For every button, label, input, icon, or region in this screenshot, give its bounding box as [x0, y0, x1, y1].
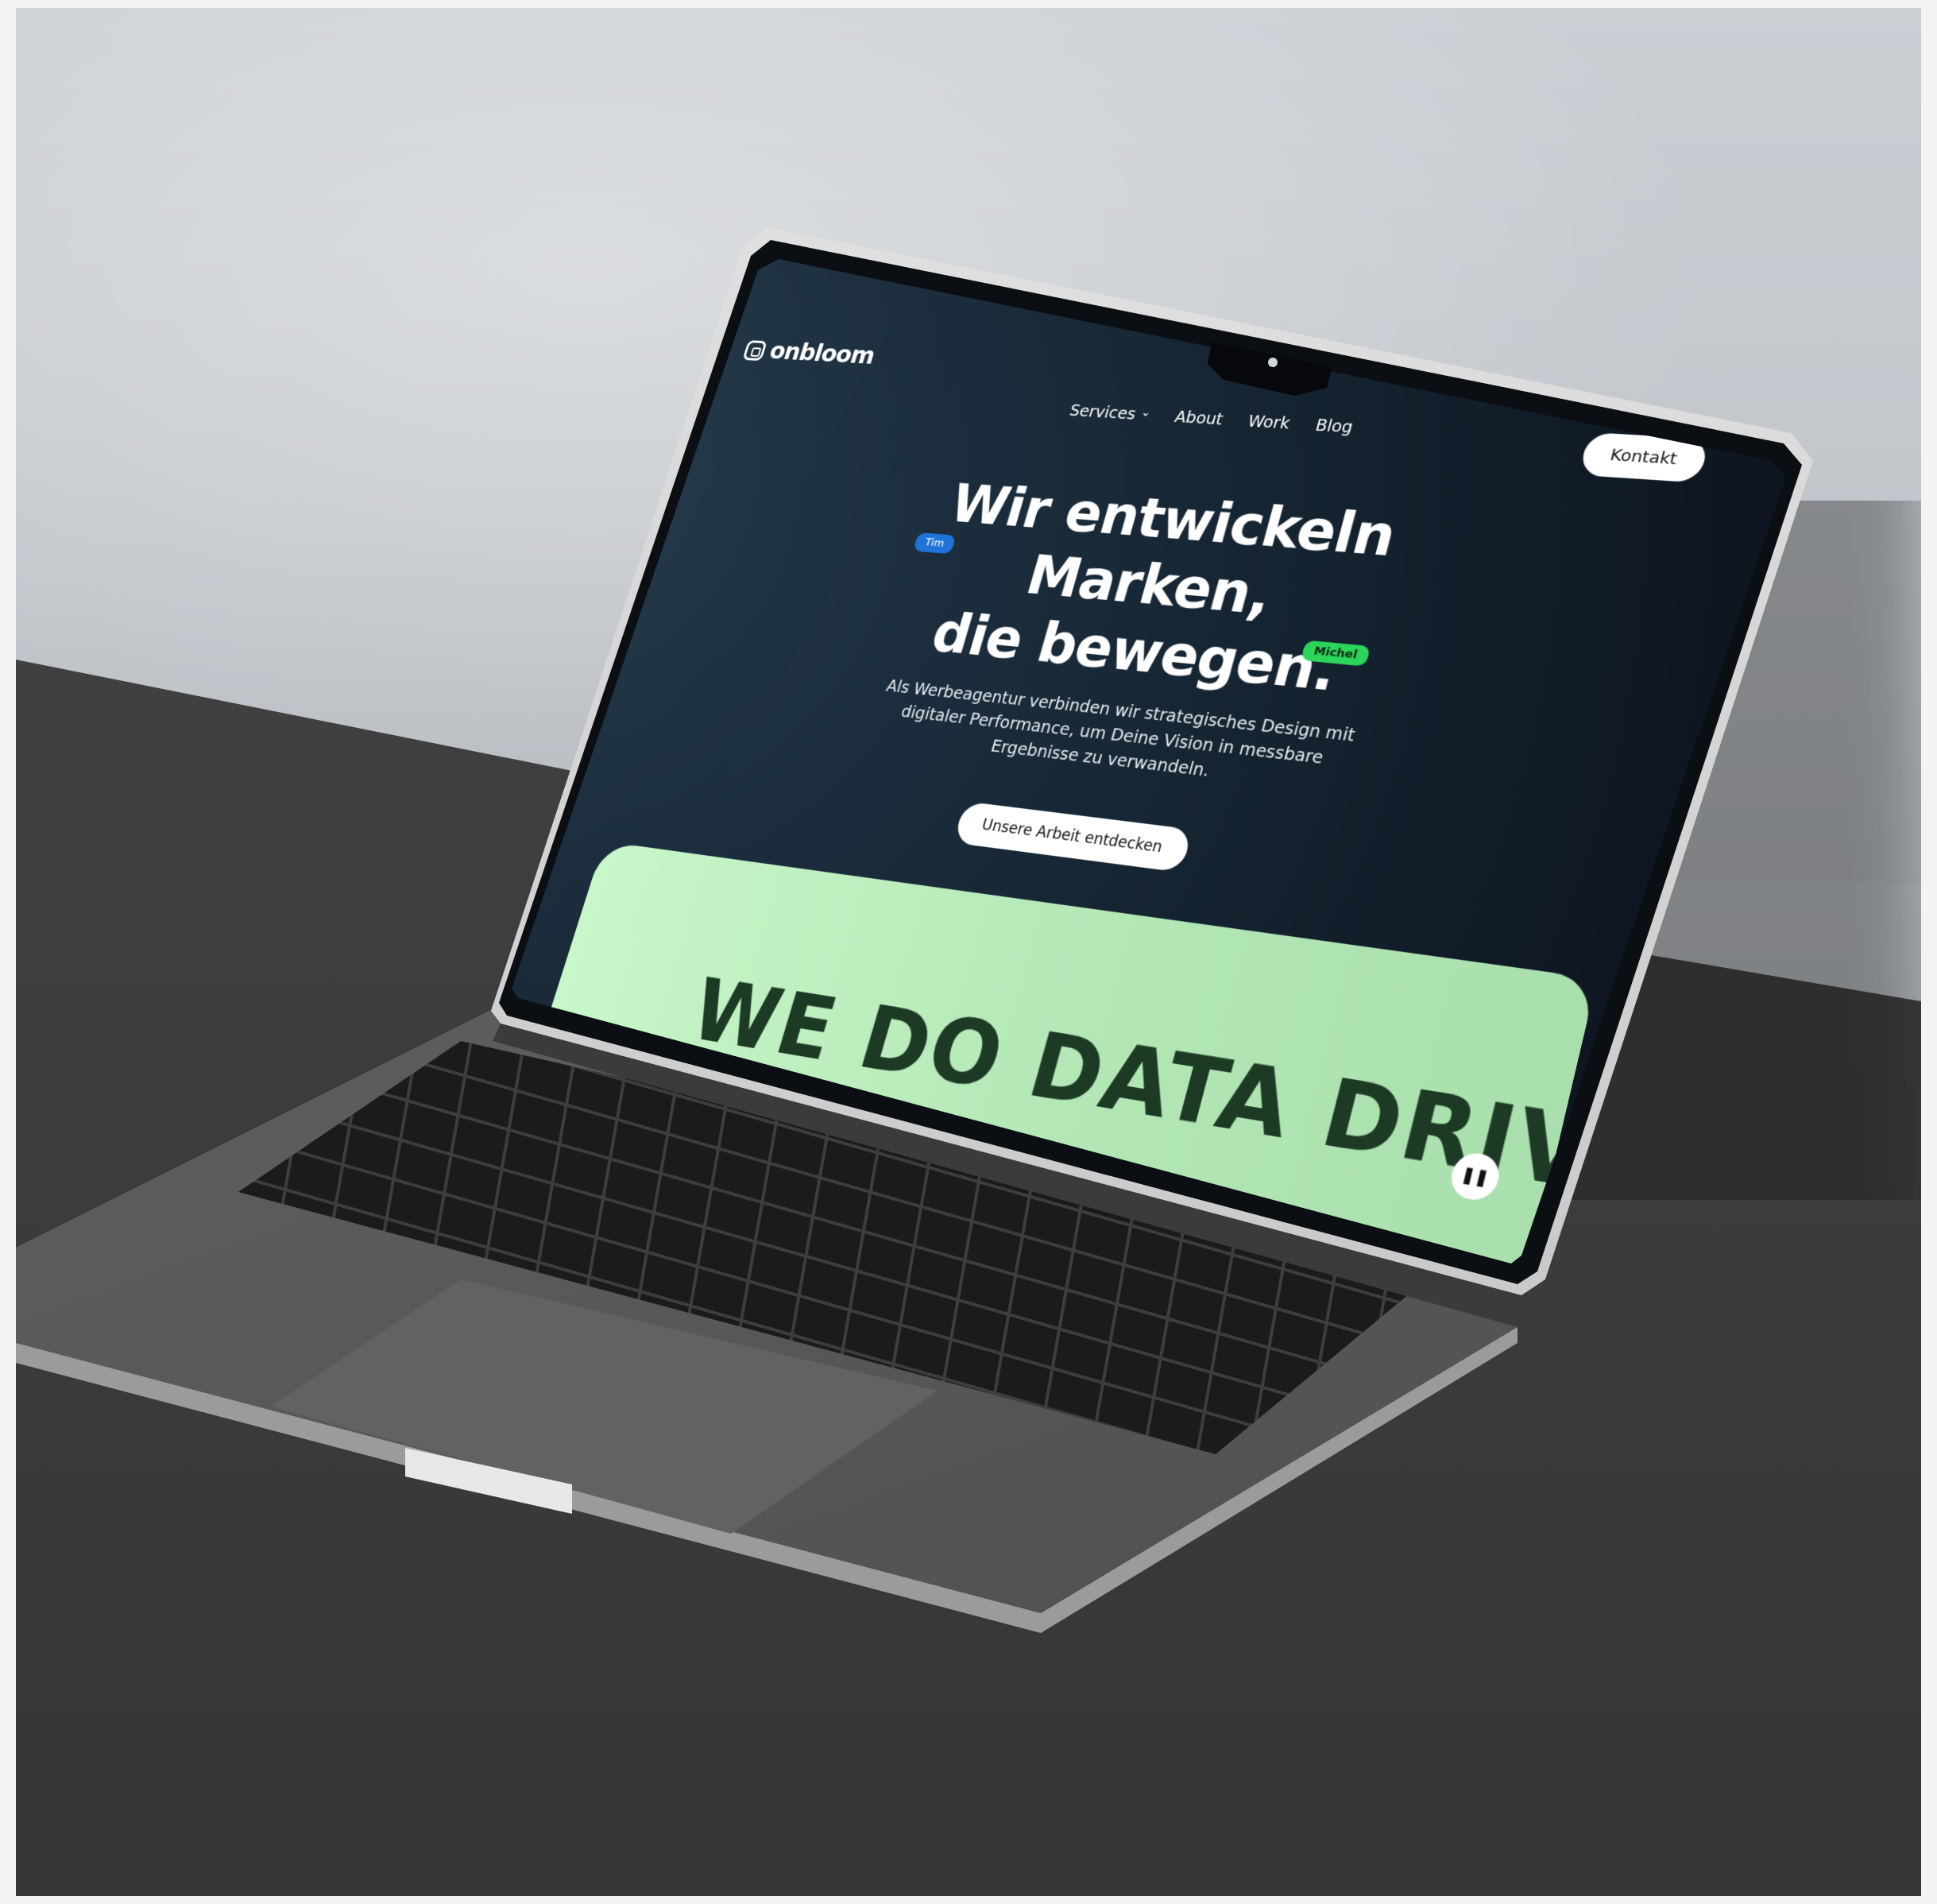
- onbloom-logo-icon: [742, 339, 768, 361]
- brand-name: onbloom: [766, 337, 879, 370]
- nav-blog[interactable]: Blog: [1313, 416, 1355, 437]
- brand-logo[interactable]: onbloom: [741, 336, 878, 370]
- nav-work[interactable]: Work: [1246, 412, 1292, 433]
- explore-work-button[interactable]: Unsere Arbeit entdecken: [953, 801, 1193, 873]
- camera-icon: [1268, 358, 1278, 367]
- main-nav: Services ⌄ About Work Blog: [1067, 402, 1355, 437]
- nav-services[interactable]: Services: [1067, 402, 1138, 424]
- pause-icon: ❚❚: [1460, 1166, 1490, 1188]
- cursor-tag-tim: Tim: [912, 532, 957, 555]
- product-photo: onbloom Services ⌄ About Work Blog Konta…: [16, 8, 1921, 1896]
- nav-about[interactable]: About: [1173, 408, 1225, 428]
- chevron-down-icon[interactable]: ⌄: [1138, 406, 1153, 424]
